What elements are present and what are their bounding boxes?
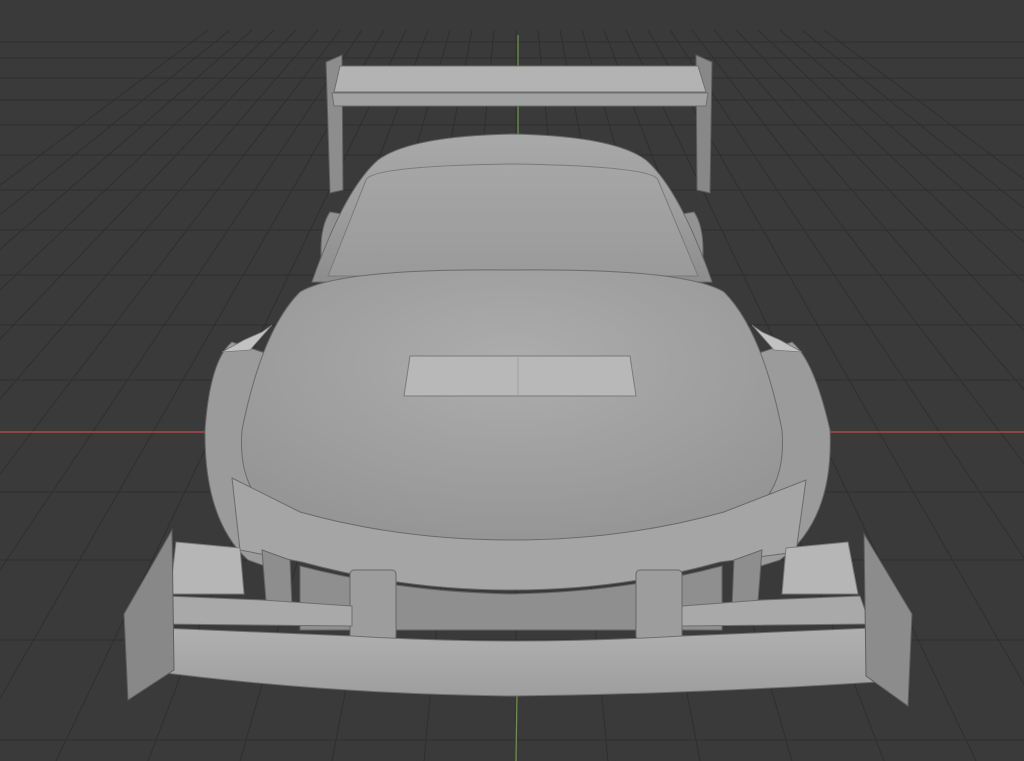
bumper-side-right[interactable] <box>731 549 763 609</box>
hood-scoop[interactable] <box>403 355 637 397</box>
windshield[interactable] <box>327 163 699 277</box>
duct-left[interactable] <box>349 569 397 641</box>
bumper-side-left[interactable] <box>261 549 293 609</box>
3d-viewport[interactable] <box>0 0 1024 761</box>
hood[interactable] <box>241 269 783 541</box>
rear-wing-blade[interactable] <box>333 65 707 93</box>
duct-right[interactable] <box>635 569 683 641</box>
rear-wing-lip[interactable] <box>331 92 709 107</box>
dive-plane-right[interactable] <box>781 541 859 595</box>
viewport-canvas[interactable] <box>0 0 1024 761</box>
dive-plane-left[interactable] <box>169 541 245 595</box>
